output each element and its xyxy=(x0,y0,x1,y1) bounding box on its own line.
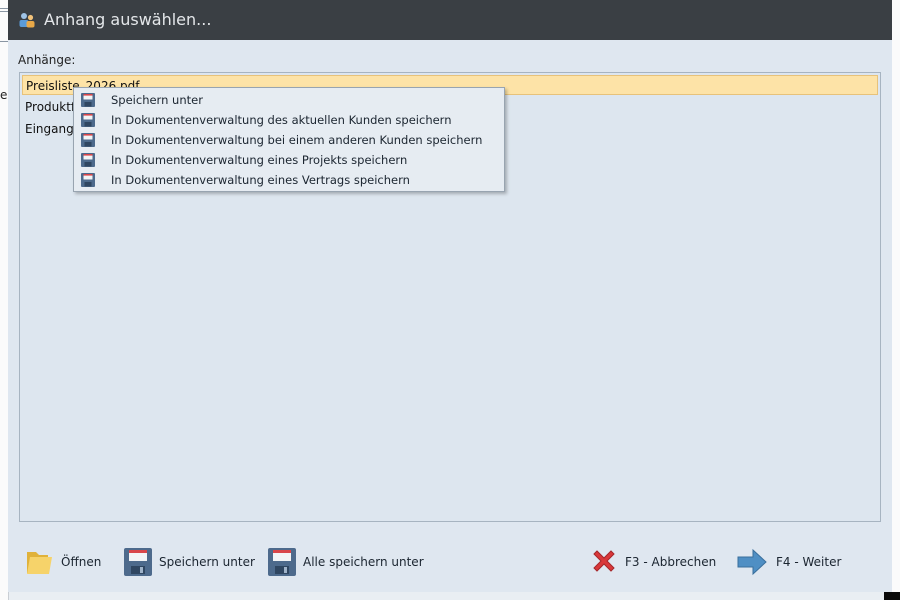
menu-item-save-project[interactable]: In Dokumentenverwaltung eines Projekts s… xyxy=(74,150,504,170)
floppy-disk-icon xyxy=(81,113,95,127)
window-corner xyxy=(884,592,900,600)
background-divider xyxy=(0,11,8,12)
dialog-titlebar[interactable]: Anhang auswählen... xyxy=(8,0,892,40)
save-as-label: Speichern unter xyxy=(159,555,255,569)
floppy-disk-icon xyxy=(124,548,152,576)
attachments-label: Anhänge: xyxy=(18,53,76,67)
save-as-button[interactable]: Speichern unter xyxy=(122,546,255,580)
cancel-label: F3 - Abbrechen xyxy=(625,555,717,569)
floppy-disk-icon xyxy=(81,173,95,187)
background-partial-text: e xyxy=(0,88,8,102)
menu-item-save-other-customer[interactable]: In Dokumentenverwaltung bei einem andere… xyxy=(74,130,504,150)
users-icon xyxy=(19,13,35,28)
next-label: F4 - Weiter xyxy=(776,555,842,569)
floppy-disk-icon xyxy=(81,133,95,147)
context-menu: Speichern unter In Dokumentenverwaltung … xyxy=(73,87,505,192)
background-divider xyxy=(0,8,8,9)
menu-item-label: Speichern unter xyxy=(111,93,203,107)
cancel-button[interactable]: F3 - Abbrechen xyxy=(588,546,717,580)
arrow-right-icon xyxy=(737,548,767,576)
menu-item-save-contract[interactable]: In Dokumentenverwaltung eines Vertrags s… xyxy=(74,170,504,190)
open-button[interactable]: Öffnen xyxy=(24,546,104,580)
floppy-disk-icon xyxy=(268,548,296,576)
menu-item-label: In Dokumentenverwaltung des aktuellen Ku… xyxy=(111,113,452,127)
floppy-disk-icon xyxy=(81,93,95,107)
menu-item-save-current-customer[interactable]: In Dokumentenverwaltung des aktuellen Ku… xyxy=(74,110,504,130)
menu-item-save-as[interactable]: Speichern unter xyxy=(74,90,504,110)
save-all-label: Alle speichern unter xyxy=(303,555,424,569)
next-button[interactable]: F4 - Weiter xyxy=(736,546,841,580)
floppy-disk-icon xyxy=(81,153,95,167)
menu-item-label: In Dokumentenverwaltung bei einem andere… xyxy=(111,133,483,147)
folder-icon xyxy=(27,552,52,574)
background-app-edge-right xyxy=(892,0,900,592)
open-label: Öffnen xyxy=(61,555,102,569)
close-icon xyxy=(593,550,615,572)
save-all-button[interactable]: Alle speichern unter xyxy=(266,546,424,580)
background-divider xyxy=(0,41,8,42)
dialog-title: Anhang auswählen... xyxy=(44,10,212,29)
menu-item-label: In Dokumentenverwaltung eines Vertrags s… xyxy=(111,173,410,187)
menu-item-label: In Dokumentenverwaltung eines Projekts s… xyxy=(111,153,408,167)
